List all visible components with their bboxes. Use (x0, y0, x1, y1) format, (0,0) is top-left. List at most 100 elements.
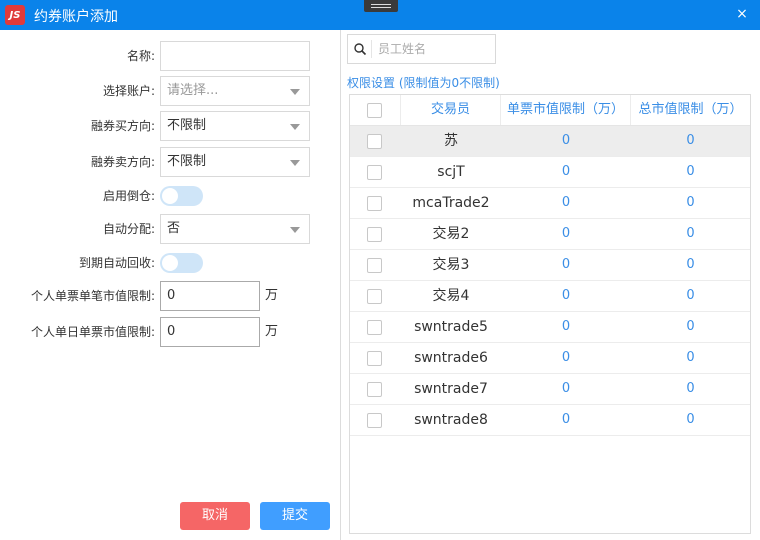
table-row[interactable]: 交易3 0 0 (350, 250, 750, 281)
row-select-cell (350, 157, 401, 187)
trader-cell: swntrade8 (414, 412, 488, 428)
single-limit-cell[interactable]: 0 (501, 281, 631, 311)
auto-recall-toggle[interactable] (160, 253, 203, 273)
buy-direction-select[interactable]: 不限制 (160, 111, 310, 141)
single-limit-cell[interactable]: 0 (501, 343, 631, 373)
chevron-down-icon (290, 124, 300, 130)
daily-limit-input[interactable]: 0 (160, 317, 260, 347)
header-select-cell (350, 95, 401, 125)
account-row: 选择账户: 请选择... (0, 76, 341, 106)
row-checkbox[interactable] (367, 413, 382, 428)
trader-cell: swntrade7 (414, 381, 488, 397)
sell-direction-row: 融券卖方向: 不限制 (0, 147, 341, 177)
table-row[interactable]: swntrade5 0 0 (350, 312, 750, 343)
name-label: 名称: (126, 49, 155, 63)
drag-handle-icon[interactable] (364, 0, 398, 12)
single-order-limit-input[interactable]: 0 (160, 281, 260, 311)
total-limit-cell[interactable]: 0 (631, 219, 750, 249)
chevron-down-icon (290, 89, 300, 95)
submit-button[interactable]: 提交 (260, 502, 330, 530)
single-limit-cell[interactable]: 0 (501, 126, 631, 156)
toggle-knob (162, 188, 178, 204)
account-label: 选择账户: (102, 84, 155, 98)
search-placeholder: 员工姓名 (378, 42, 427, 56)
total-limit-cell[interactable]: 0 (631, 188, 750, 218)
table-row[interactable]: scjT 0 0 (350, 157, 750, 188)
buy-direction-row: 融券买方向: 不限制 (0, 111, 341, 141)
window-title: 约券账户添加 (34, 9, 118, 25)
cancel-button[interactable]: 取消 (180, 502, 250, 530)
total-limit-cell[interactable]: 0 (631, 157, 750, 187)
account-placeholder: 请选择... (167, 83, 219, 98)
row-select-cell (350, 188, 401, 218)
single-limit-cell[interactable]: 0 (501, 219, 631, 249)
total-limit-cell[interactable]: 0 (631, 343, 750, 373)
row-select-cell (350, 405, 401, 435)
table-row[interactable]: 交易2 0 0 (350, 219, 750, 250)
row-checkbox[interactable] (367, 165, 382, 180)
chevron-down-icon (290, 160, 300, 166)
table-row[interactable]: swntrade6 0 0 (350, 343, 750, 374)
table-row[interactable]: 苏 00 (350, 126, 750, 157)
table-header: 交易员 单票市值限制（万） 总市值限制（万） (350, 95, 750, 126)
single-limit-cell[interactable]: 0 (501, 250, 631, 280)
row-checkbox[interactable] (367, 227, 382, 242)
table-row[interactable]: swntrade7 0 0 (350, 374, 750, 405)
total-limit-cell[interactable]: 0 (631, 126, 750, 156)
permissions-title: 权限设置 (限制值为0不限制) (347, 76, 500, 90)
row-select-cell (350, 250, 401, 280)
row-checkbox[interactable] (367, 134, 382, 149)
single-limit-cell[interactable]: 0 (501, 374, 631, 404)
auto-recall-label: 到期自动回收: (78, 256, 155, 270)
sell-direction-select[interactable]: 不限制 (160, 147, 310, 177)
buy-direction-value: 不限制 (167, 118, 207, 133)
row-checkbox[interactable] (367, 196, 382, 211)
row-checkbox[interactable] (367, 258, 382, 273)
single-limit-cell[interactable]: 0 (501, 188, 631, 218)
enable-cover-toggle[interactable] (160, 186, 203, 206)
single-limit-cell[interactable]: 0 (501, 157, 631, 187)
row-select-cell (350, 219, 401, 249)
single-limit-cell[interactable]: 0 (501, 312, 631, 342)
trader-cell: mcaTrade2 (412, 195, 490, 211)
single-order-limit-unit: 万 (265, 288, 279, 303)
total-limit-cell[interactable]: 0 (631, 374, 750, 404)
close-icon[interactable]: × (732, 4, 752, 24)
account-select[interactable]: 请选择... (160, 76, 310, 106)
employee-search[interactable]: 员工姓名 (347, 34, 496, 64)
auto-allocate-value: 否 (167, 221, 181, 236)
row-checkbox[interactable] (367, 289, 382, 304)
trader-cell: swntrade6 (414, 350, 488, 366)
daily-limit-row: 个人单日单票市值限制: 0 万 (0, 317, 341, 347)
trader-cell: scjT (437, 164, 465, 180)
app-logo-icon: JS (5, 5, 25, 25)
single-limit-cell[interactable]: 0 (501, 405, 631, 435)
trader-cell: 交易2 (432, 226, 470, 242)
header-trader: 交易员 (401, 95, 501, 125)
search-icon (354, 43, 367, 56)
permissions-table: 交易员 单票市值限制（万） 总市值限制（万） 苏 0 0 scjT 0 0 mcaTrade… (349, 94, 751, 534)
row-checkbox[interactable] (367, 382, 382, 397)
row-select-cell (350, 343, 401, 373)
total-limit-cell[interactable]: 0 (631, 405, 750, 435)
search-divider (371, 40, 372, 58)
auto-allocate-label: 自动分配: (102, 222, 155, 236)
auto-allocate-select[interactable]: 否 (160, 214, 310, 244)
row-checkbox[interactable] (367, 320, 382, 335)
table-row[interactable]: mcaTrade2 0 0 (350, 188, 750, 219)
total-limit-cell[interactable]: 0 (631, 281, 750, 311)
table-row[interactable]: swntrade8 0 0 (350, 405, 750, 436)
daily-limit-label: 个人单日单票市值限制: (30, 325, 155, 339)
select-all-checkbox[interactable] (367, 103, 382, 118)
trader-cell: 交易4 (432, 288, 470, 304)
total-limit-cell[interactable]: 0 (631, 250, 750, 280)
total-limit-cell[interactable]: 0 (631, 312, 750, 342)
header-single-limit: 单票市值限制（万） (501, 95, 631, 125)
name-input[interactable] (160, 41, 310, 71)
sell-direction-value: 不限制 (167, 154, 207, 169)
single-order-limit-row: 个人单票单笔市值限制: 0 万 (0, 281, 341, 311)
name-row: 名称: (0, 41, 341, 71)
table-row[interactable]: 交易4 0 0 (350, 281, 750, 312)
trader-cell: 苏 (444, 133, 458, 149)
row-checkbox[interactable] (367, 351, 382, 366)
